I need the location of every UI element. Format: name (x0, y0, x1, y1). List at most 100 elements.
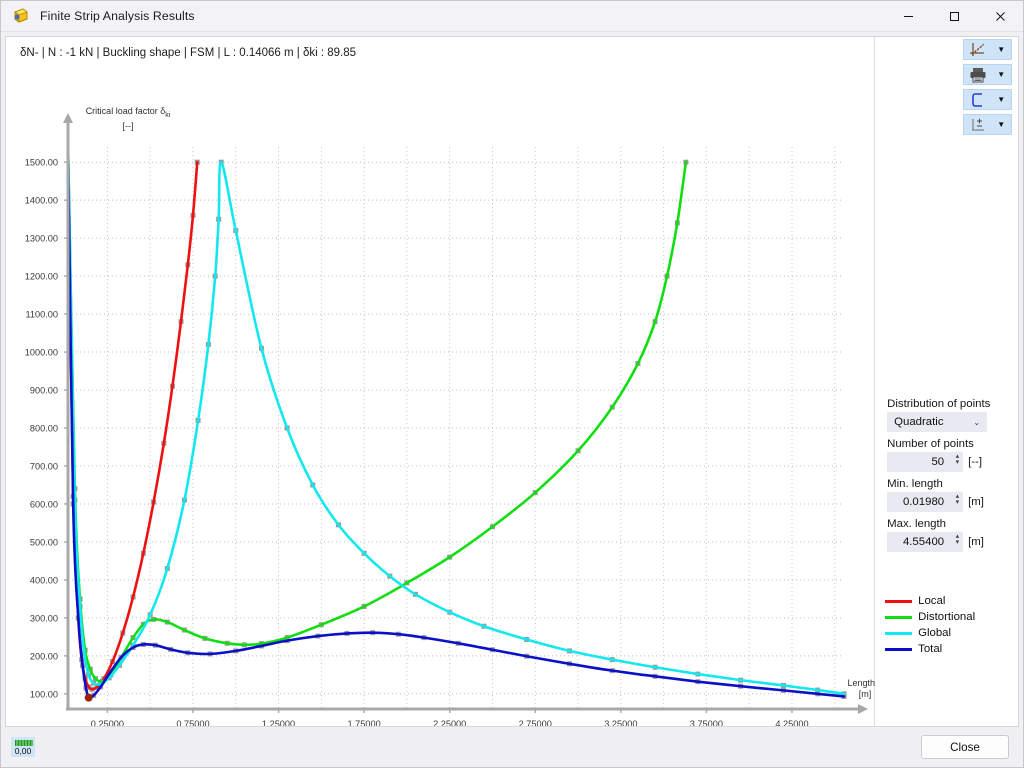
points-distribution-controls: Distribution of points Quadratic ⌄ Numbe… (887, 398, 1011, 552)
x-tick-label: 1.25000 (262, 719, 295, 727)
max-length-unit: [m] (968, 536, 984, 548)
y-tick-label: 1400.00 (25, 196, 58, 206)
legend-label: Distortional (918, 609, 975, 625)
cross-section-icon (964, 90, 991, 109)
y-axis-arrow-icon (63, 113, 73, 123)
minimize-button[interactable] (885, 1, 931, 32)
cross-section-caret-icon[interactable]: ▼ (991, 90, 1011, 109)
x-tick-label: 0.25000 (91, 719, 124, 727)
chart-toolbar: ▼ ▼ (963, 39, 1012, 135)
y-tick-label: 1200.00 (25, 272, 58, 282)
distribution-label: Distribution of points (887, 398, 1011, 410)
max-length-row: 4.55400 ▴▾ [m] (887, 532, 1011, 552)
chart-legend: LocalDistortionalGlobalTotal (885, 593, 975, 657)
app-icon (11, 6, 31, 26)
close-button[interactable]: Close (921, 735, 1009, 759)
window-controls (885, 1, 1023, 32)
stepper-arrows-icon[interactable]: ▴▾ (956, 454, 960, 466)
window-titlebar: Finite Strip Analysis Results (1, 1, 1023, 32)
number-of-points-unit: [--] (968, 456, 982, 468)
x-tick-label: 3.25000 (604, 719, 637, 727)
legend-label: Total (918, 641, 942, 657)
max-length-value: 4.55400 (903, 536, 958, 548)
print-caret-icon[interactable]: ▼ (991, 65, 1011, 84)
legend-label: Global (918, 625, 951, 641)
cross-section-button[interactable]: ▼ (963, 89, 1012, 110)
max-length-stepper[interactable]: 4.55400 ▴▾ (887, 532, 963, 552)
legend-swatch-icon (885, 648, 912, 651)
client-area: δN- | N : -1 kN | Buckling shape | FSM |… (1, 32, 1023, 727)
legend-swatch-icon (885, 616, 912, 619)
series-markers-local (71, 160, 200, 692)
legend-swatch-icon (885, 632, 912, 635)
legend-swatch-icon (885, 600, 912, 603)
graph-settings-icon (964, 40, 991, 59)
y-tick-label: 300.00 (30, 613, 58, 623)
x-tick-label: 3.75000 (690, 719, 723, 727)
x-axis-arrow-icon (858, 704, 868, 714)
window-title: Finite Strip Analysis Results (40, 9, 885, 23)
y-tick-label: 400.00 (30, 575, 58, 585)
number-of-points-label: Number of points (887, 438, 1011, 450)
axis-scale-icon (964, 115, 991, 134)
x-tick-label: 2.75000 (519, 719, 552, 727)
buckling-curve-plot[interactable]: 100.00200.00300.00400.00500.00600.00700.… (6, 37, 882, 727)
min-length-unit: [m] (968, 496, 984, 508)
min-length-value: 0.01980 (903, 496, 958, 508)
stepper-arrows-icon[interactable]: ▴▾ (956, 494, 960, 506)
y-tick-label: 900.00 (30, 386, 58, 396)
status-value: 0,00 (15, 746, 32, 756)
series-markers-total (71, 501, 847, 700)
y-tick-label: 1500.00 (25, 158, 58, 168)
window-footer: 0,00 Close (1, 727, 1023, 767)
legend-item-distortional[interactable]: Distortional (885, 609, 975, 625)
print-icon (964, 65, 991, 84)
chart-panel: δN- | N : -1 kN | Buckling shape | FSM |… (6, 37, 875, 726)
finite-strip-results-window: Finite Strip Analysis Results δN- | N : … (0, 0, 1024, 768)
stepper-arrows-icon[interactable]: ▴▾ (956, 534, 960, 546)
number-of-points-value: 50 (931, 456, 958, 468)
tick-labels: 100.00200.00300.00400.00500.00600.00700.… (25, 158, 809, 727)
y-tick-label: 200.00 (30, 651, 58, 661)
content-card: δN- | N : -1 kN | Buckling shape | FSM |… (5, 36, 1019, 727)
legend-item-global[interactable]: Global (885, 625, 975, 641)
series-line-distortional[interactable] (68, 143, 686, 681)
measure-icon[interactable]: 0,00 (11, 737, 35, 757)
side-panel: ▼ ▼ (875, 37, 1018, 726)
close-window-button[interactable] (977, 1, 1023, 32)
y-tick-label: 800.00 (30, 424, 58, 434)
number-of-points-stepper[interactable]: 50 ▴▾ (887, 452, 963, 472)
series-line-local[interactable] (68, 143, 197, 689)
y-tick-label: 700.00 (30, 461, 58, 471)
y-tick-label: 1300.00 (25, 234, 58, 244)
graph-settings-button[interactable]: ▼ (963, 39, 1012, 60)
axis-scale-button[interactable]: ▼ (963, 114, 1012, 135)
axis-scale-caret-icon[interactable]: ▼ (991, 115, 1011, 134)
graph-settings-caret-icon[interactable]: ▼ (991, 40, 1011, 59)
min-length-row: 0.01980 ▴▾ [m] (887, 492, 1011, 512)
y-tick-label: 100.00 (30, 689, 58, 699)
y-tick-label: 1100.00 (25, 310, 58, 320)
distribution-select[interactable]: Quadratic ⌄ (887, 412, 987, 432)
legend-label: Local (918, 593, 945, 609)
x-tick-label: 2.25000 (433, 719, 466, 727)
axes (63, 113, 868, 714)
maximize-button[interactable] (931, 1, 977, 32)
x-tick-label: 4.25000 (775, 719, 808, 727)
print-button[interactable]: ▼ (963, 64, 1012, 85)
max-length-label: Max. length (887, 518, 1011, 530)
minimum-point-marker[interactable] (85, 694, 93, 702)
chevron-down-icon[interactable]: ⌄ (973, 418, 980, 427)
legend-item-local[interactable]: Local (885, 593, 975, 609)
distribution-value: Quadratic (894, 416, 943, 428)
x-tick-label: 1.75000 (348, 719, 381, 727)
series-line-global[interactable] (68, 143, 844, 694)
min-length-stepper[interactable]: 0.01980 ▴▾ (887, 492, 963, 512)
min-length-label: Min. length (887, 478, 1011, 490)
ruler-glyph (15, 740, 33, 746)
legend-item-total[interactable]: Total (885, 641, 975, 657)
y-tick-label: 500.00 (30, 537, 58, 547)
number-of-points-row: 50 ▴▾ [--] (887, 452, 1011, 472)
grid-lines (68, 147, 844, 709)
x-tick-label: 0.75000 (176, 719, 209, 727)
